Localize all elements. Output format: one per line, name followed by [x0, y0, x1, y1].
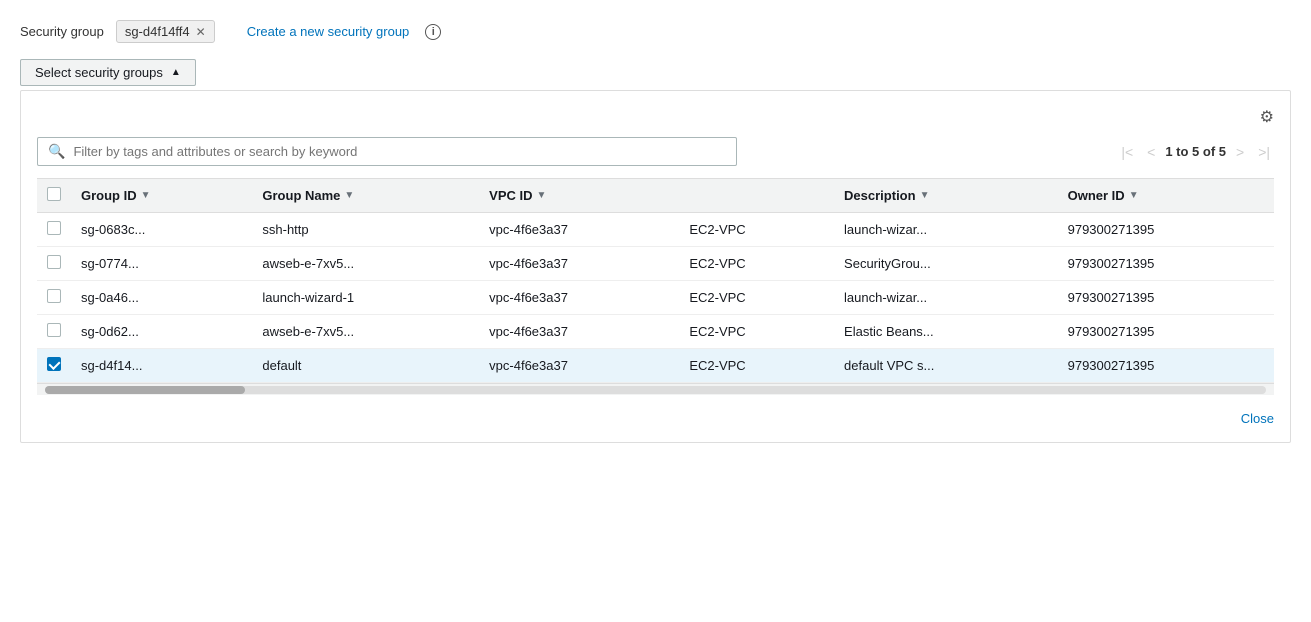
row-group-name: awseb-e-7xv5...: [252, 315, 479, 349]
select-all-header[interactable]: [37, 179, 71, 213]
table-row[interactable]: sg-0d62... awseb-e-7xv5... vpc-4f6e3a37 …: [37, 315, 1274, 349]
sort-owner-id-icon: ▼: [1129, 190, 1139, 201]
row-checkbox-cell[interactable]: [37, 213, 71, 247]
close-button[interactable]: Close: [1241, 411, 1274, 426]
sort-group-name-icon: ▼: [344, 190, 354, 201]
th-extra: [679, 179, 834, 213]
sort-group-id-icon: ▼: [141, 190, 151, 201]
row-description: Elastic Beans...: [834, 315, 1058, 349]
row-extra: EC2-VPC: [679, 315, 834, 349]
row-extra: EC2-VPC: [679, 247, 834, 281]
th-owner-id-label: Owner ID: [1068, 188, 1125, 203]
th-group-name[interactable]: Group Name ▼: [252, 179, 479, 213]
th-group-id[interactable]: Group ID ▼: [71, 179, 252, 213]
gear-icon[interactable]: ⚙: [1260, 107, 1274, 127]
selected-tag-badge[interactable]: sg-d4f14ff4 ✕: [116, 20, 215, 43]
horizontal-scrollbar[interactable]: [37, 383, 1274, 395]
search-bar[interactable]: 🔍: [37, 137, 737, 166]
search-input[interactable]: [73, 144, 726, 159]
table-row[interactable]: sg-0683c... ssh-http vpc-4f6e3a37 EC2-VP…: [37, 213, 1274, 247]
sort-vpc-id-icon: ▼: [537, 190, 547, 201]
row-description: SecurityGrou...: [834, 247, 1058, 281]
last-page-button[interactable]: >|: [1254, 142, 1274, 162]
th-description[interactable]: Description ▼: [834, 179, 1058, 213]
row-checkbox[interactable]: [47, 255, 61, 269]
row-owner-id: 979300271395: [1058, 247, 1274, 281]
row-group-id: sg-0a46...: [71, 281, 252, 315]
table-row[interactable]: sg-0774... awseb-e-7xv5... vpc-4f6e3a37 …: [37, 247, 1274, 281]
row-vpc-id: vpc-4f6e3a37: [479, 247, 679, 281]
first-page-button[interactable]: |<: [1117, 142, 1137, 162]
pagination-text: 1 to 5 of 5: [1165, 144, 1226, 159]
row-owner-id: 979300271395: [1058, 349, 1274, 383]
table-row[interactable]: sg-d4f14... default vpc-4f6e3a37 EC2-VPC…: [37, 349, 1274, 383]
row-vpc-id: vpc-4f6e3a37: [479, 213, 679, 247]
row-checkbox-cell[interactable]: [37, 247, 71, 281]
row-vpc-id: vpc-4f6e3a37: [479, 315, 679, 349]
row-group-name: default: [252, 349, 479, 383]
row-checkbox[interactable]: [47, 357, 61, 371]
row-description: default VPC s...: [834, 349, 1058, 383]
tag-remove-icon[interactable]: ✕: [196, 26, 206, 38]
row-group-name: awseb-e-7xv5...: [252, 247, 479, 281]
select-btn-label: Select security groups: [35, 65, 163, 80]
th-vpc-id-label: VPC ID: [489, 188, 532, 203]
row-description: launch-wizar...: [834, 281, 1058, 315]
select-security-groups-button[interactable]: Select security groups ▲: [20, 59, 196, 86]
row-checkbox[interactable]: [47, 323, 61, 337]
row-checkbox[interactable]: [47, 289, 61, 303]
sort-description-icon: ▼: [920, 190, 930, 201]
row-checkbox-cell[interactable]: [37, 281, 71, 315]
row-extra: EC2-VPC: [679, 281, 834, 315]
table-header-row: Group ID ▼ Group Name ▼ VPC ID ▼: [37, 179, 1274, 213]
th-vpc-id[interactable]: VPC ID ▼: [479, 179, 679, 213]
row-group-id: sg-0774...: [71, 247, 252, 281]
tag-badge-text: sg-d4f14ff4: [125, 24, 190, 39]
row-group-name: ssh-http: [252, 213, 479, 247]
th-owner-id[interactable]: Owner ID ▼: [1058, 179, 1274, 213]
row-description: launch-wizar...: [834, 213, 1058, 247]
th-description-label: Description: [844, 188, 916, 203]
row-checkbox-cell[interactable]: [37, 349, 71, 383]
pagination-controls: |< < 1 to 5 of 5 > >|: [1117, 142, 1274, 162]
row-group-id: sg-d4f14...: [71, 349, 252, 383]
row-group-id: sg-0d62...: [71, 315, 252, 349]
row-vpc-id: vpc-4f6e3a37: [479, 281, 679, 315]
row-owner-id: 979300271395: [1058, 281, 1274, 315]
security-groups-panel: ⚙ 🔍 |< < 1 to 5 of 5 > >| Gr: [20, 90, 1291, 443]
row-extra: EC2-VPC: [679, 349, 834, 383]
security-group-label: Security group: [20, 24, 104, 39]
select-all-checkbox[interactable]: [47, 187, 61, 201]
next-page-button[interactable]: >: [1232, 142, 1248, 162]
info-icon[interactable]: i: [425, 24, 441, 40]
prev-page-button[interactable]: <: [1143, 142, 1159, 162]
table-toolbar: 🔍 |< < 1 to 5 of 5 > >|: [37, 137, 1274, 166]
search-icon: 🔍: [48, 143, 65, 160]
chevron-up-icon: ▲: [171, 67, 181, 78]
row-extra: EC2-VPC: [679, 213, 834, 247]
row-vpc-id: vpc-4f6e3a37: [479, 349, 679, 383]
panel-footer: Close: [37, 411, 1274, 426]
create-security-group-link[interactable]: Create a new security group: [247, 24, 410, 39]
security-groups-table: Group ID ▼ Group Name ▼ VPC ID ▼: [37, 178, 1274, 383]
th-group-id-label: Group ID: [81, 188, 137, 203]
table-row[interactable]: sg-0a46... launch-wizard-1 vpc-4f6e3a37 …: [37, 281, 1274, 315]
row-group-id: sg-0683c...: [71, 213, 252, 247]
row-group-name: launch-wizard-1: [252, 281, 479, 315]
table-wrapper: Group ID ▼ Group Name ▼ VPC ID ▼: [37, 178, 1274, 383]
th-group-name-label: Group Name: [262, 188, 340, 203]
row-owner-id: 979300271395: [1058, 315, 1274, 349]
row-checkbox-cell[interactable]: [37, 315, 71, 349]
row-checkbox[interactable]: [47, 221, 61, 235]
row-owner-id: 979300271395: [1058, 213, 1274, 247]
